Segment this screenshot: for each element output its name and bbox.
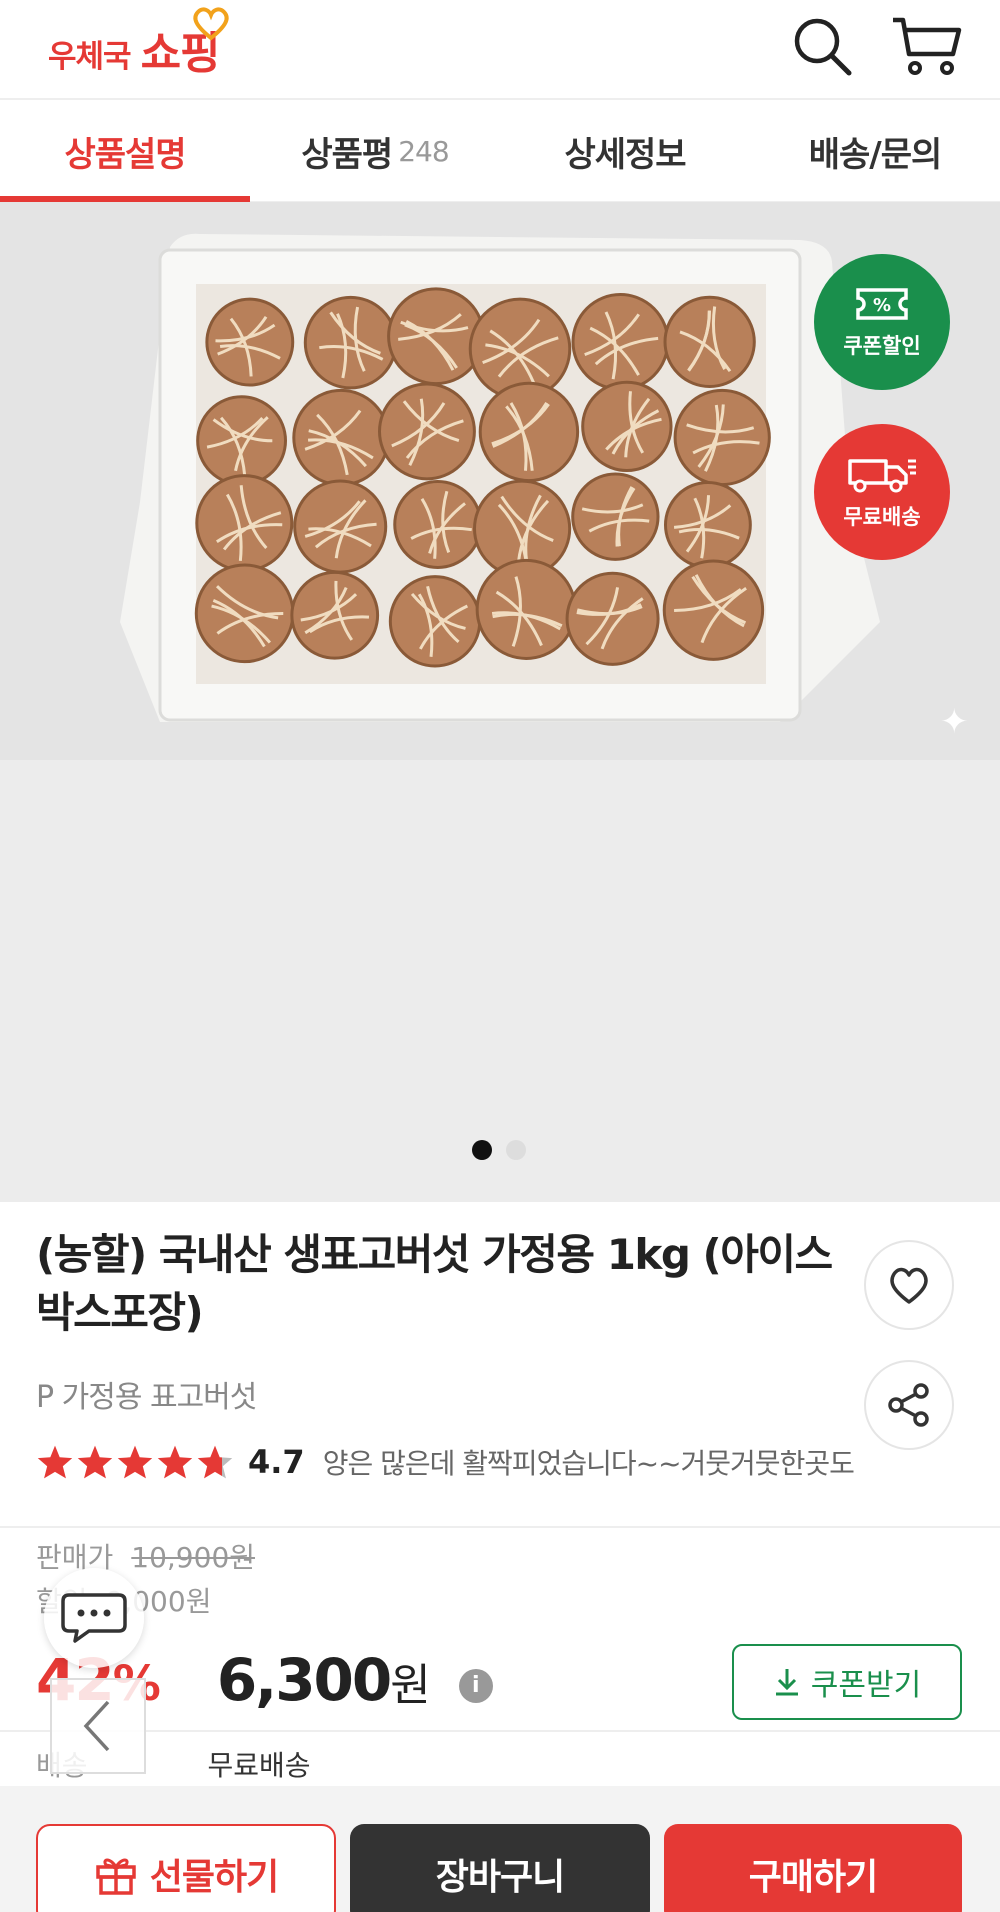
mushroom-cap xyxy=(293,479,388,574)
buy-now-button[interactable]: 구매하기 xyxy=(664,1824,962,1912)
tab-label: 상품평 xyxy=(301,135,393,175)
mushroom-cap xyxy=(571,293,670,391)
share-button[interactable] xyxy=(864,1360,954,1450)
star-icon xyxy=(117,1445,153,1479)
final-price: 6,300원 xyxy=(216,1646,431,1714)
free-shipping-badge: 무료배송 xyxy=(814,424,950,560)
chevron-left-icon xyxy=(83,1700,110,1752)
search-icon[interactable] xyxy=(790,14,854,78)
discount-row: 할인 9,000원 xyxy=(36,1578,976,1622)
mushroom-cap xyxy=(387,287,485,386)
divider xyxy=(0,1730,1000,1732)
heart-icon xyxy=(890,1267,928,1304)
slide-dot-1[interactable] xyxy=(472,1140,492,1160)
back-button[interactable] xyxy=(50,1678,146,1774)
price-info-icon[interactable]: i xyxy=(458,1668,493,1703)
star-icon xyxy=(197,1445,233,1479)
logo-prefix: 우체국 xyxy=(48,39,132,75)
star-icon xyxy=(37,1445,73,1479)
slide-dot-2[interactable] xyxy=(506,1140,526,1160)
rating-row[interactable]: 4.7 양은 많은데 활짝피었습니다~~거뭇거뭇한곳도 xyxy=(36,1442,855,1482)
chat-button[interactable] xyxy=(44,1568,144,1668)
divider xyxy=(0,1526,1000,1528)
tab-description[interactable]: 상품설명 xyxy=(0,102,250,202)
tab-label: 배송/문의 xyxy=(808,135,943,175)
product-page: 우체국 쇼핑 상품설명 상품평 248 상세정보 배송/문의 % 쿠폰할인 무료… xyxy=(0,0,1000,1912)
sparkle-icon: ✦ xyxy=(940,702,969,742)
list-price: 10,900원 xyxy=(131,1541,256,1574)
product-gallery[interactable]: % 쿠폰할인 무료배송 ✦ xyxy=(0,202,1000,1202)
wishlist-button[interactable] xyxy=(864,1240,954,1330)
coupon-button-label: 쿠폰받기 xyxy=(810,1668,922,1703)
shipping-badge-label: 무료배송 xyxy=(843,505,921,529)
final-price-value: 6,300 xyxy=(216,1646,392,1714)
cart-icon[interactable] xyxy=(890,14,964,78)
gift-icon xyxy=(96,1858,136,1895)
mushroom-cap xyxy=(393,479,483,569)
coupon-ticket-icon: % xyxy=(856,288,908,320)
final-price-unit: 원 xyxy=(390,1660,431,1711)
review-count: 248 xyxy=(398,135,449,168)
get-coupon-button[interactable]: 쿠폰받기 xyxy=(732,1644,962,1720)
coupon-discount-badge: % 쿠폰할인 xyxy=(814,254,950,390)
product-tabs: 상품설명 상품평 248 상세정보 배송/문의 xyxy=(0,102,1000,202)
star-icon xyxy=(157,1445,193,1479)
share-icon xyxy=(888,1383,929,1427)
tab-details[interactable]: 상세정보 xyxy=(500,102,750,201)
star-rating xyxy=(36,1444,234,1480)
buy-label: 구매하기 xyxy=(748,1857,878,1898)
rating-score: 4.7 xyxy=(248,1443,305,1481)
app-header: 우체국 쇼핑 xyxy=(0,0,1000,100)
mushroom-cap xyxy=(388,575,482,668)
logo-heart-icon xyxy=(192,7,229,41)
tab-label: 상세정보 xyxy=(564,135,686,175)
cart-label: 장바구니 xyxy=(435,1857,565,1898)
mushroom-cap xyxy=(571,472,660,561)
bottom-action-bar: 선물하기 장바구니 구매하기 xyxy=(0,1786,1000,1912)
mushroom-cap xyxy=(303,295,398,390)
tab-label: 상품설명 xyxy=(64,135,186,175)
coupon-symbol: % xyxy=(873,295,891,316)
product-subtitle: P 가정용 표고버섯 xyxy=(36,1380,257,1415)
mushroom-cap xyxy=(565,571,660,666)
gift-label: 선물하기 xyxy=(149,1857,279,1898)
slide-indicator xyxy=(472,1140,526,1160)
mushroom-cap xyxy=(292,388,390,487)
add-to-cart-button[interactable]: 장바구니 xyxy=(350,1824,650,1912)
truck-icon xyxy=(848,459,916,493)
list-price-row: 판매가 10,900원 xyxy=(36,1534,976,1578)
chat-bubble-icon xyxy=(61,1593,127,1643)
review-snippet: 양은 많은데 활짝피었습니다~~거뭇거뭇한곳도 xyxy=(322,1447,855,1480)
coupon-badge-label: 쿠폰할인 xyxy=(843,334,921,358)
shipping-value: 무료배송 xyxy=(207,1749,311,1782)
mushroom-cap xyxy=(195,474,294,573)
download-icon xyxy=(775,1669,798,1696)
gift-button[interactable]: 선물하기 xyxy=(36,1824,336,1912)
mushroom-cap xyxy=(475,558,577,660)
mushroom-cap xyxy=(378,382,476,481)
tab-shipping-inquiry[interactable]: 배송/문의 xyxy=(750,102,1000,201)
star-icon xyxy=(77,1445,113,1479)
shop-logo[interactable]: 우체국 쇼핑 xyxy=(48,7,229,82)
mushroom-cap xyxy=(478,381,580,483)
tab-reviews[interactable]: 상품평 248 xyxy=(250,102,500,201)
price-block: 판매가 10,900원 할인 9,000원 42% 6,300원 i 쿠폰받기 xyxy=(36,1534,976,1720)
product-title: (농할) 국내산 생표고버섯 가정용 1kg (아이스박스포장) xyxy=(36,1230,833,1337)
